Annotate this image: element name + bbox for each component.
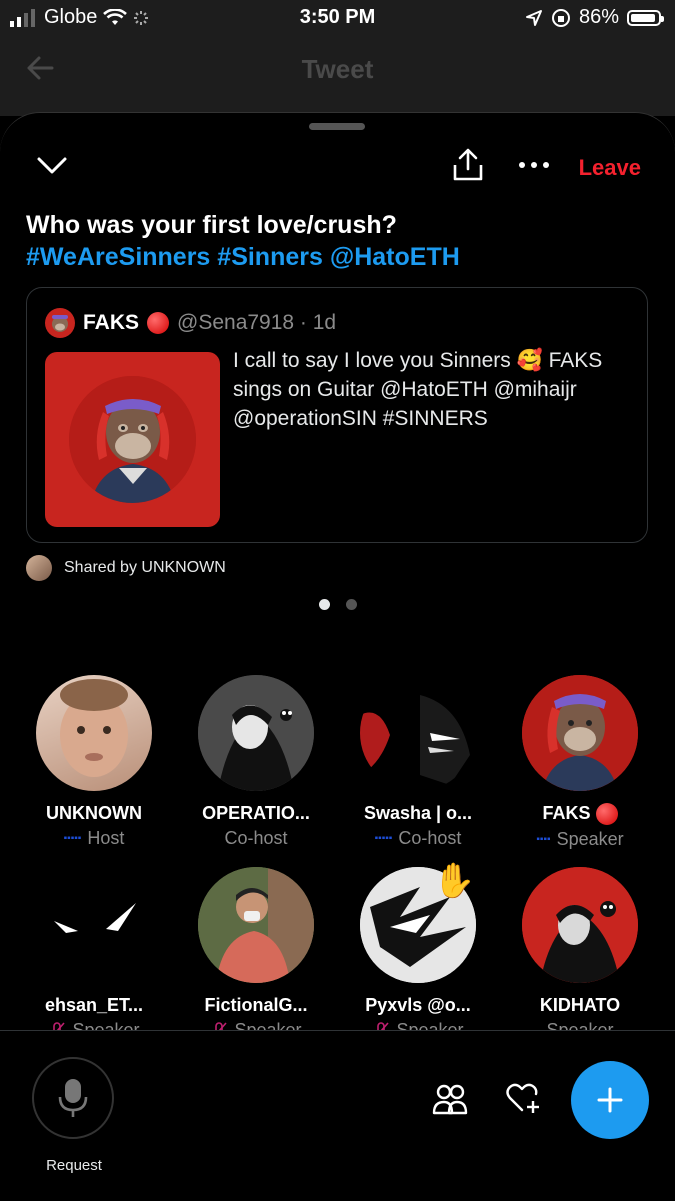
participant[interactable]: Swasha | o... ▪▪▪▪▪ Co-host xyxy=(337,675,499,849)
people-button[interactable] xyxy=(432,1083,468,1120)
participant[interactable]: ehsan_ET... Speaker xyxy=(13,867,175,1041)
participant-name: OPERATIO... xyxy=(202,803,310,823)
battery-icon xyxy=(627,9,664,26)
plus-icon xyxy=(597,1087,623,1113)
more-button[interactable] xyxy=(518,157,550,178)
tweet-header: FAKS @Sena7918 · 1d xyxy=(45,308,336,338)
rotation-lock-icon xyxy=(551,8,570,27)
tweet-text: I call to say I love you Sinners 🥰 FAKS … xyxy=(233,349,603,430)
space-title: Who was your first love/crush? #WeAreSin… xyxy=(26,209,646,273)
space-title-text: Who was your first love/crush? xyxy=(26,211,397,239)
participant-name-row: FAKS xyxy=(499,803,661,826)
speaking-indicator-icon: ▪▪▪▪ xyxy=(536,834,551,846)
participant[interactable]: FictionalG... Speaker xyxy=(175,867,337,1041)
shared-by-avatar xyxy=(26,555,52,581)
chevron-down-icon xyxy=(37,157,67,174)
red-circle-emoji xyxy=(595,803,618,826)
participant-name: ehsan_ET... xyxy=(44,995,144,1015)
compose-fab[interactable] xyxy=(571,1061,649,1139)
participant[interactable]: ✋ Pyxvls @o... Speaker xyxy=(337,862,499,1041)
tweet-avatar[interactable] xyxy=(45,308,75,338)
red-circle-emoji xyxy=(147,312,170,334)
reactions-button[interactable] xyxy=(506,1081,542,1120)
speaking-indicator-icon: ▪▪▪▪▪ xyxy=(63,833,82,844)
participant-name: Swasha | o... xyxy=(363,803,473,823)
participant-role: Co-host xyxy=(398,828,462,848)
participant-name: FAKS xyxy=(542,803,591,823)
participant-avatar[interactable] xyxy=(198,867,314,983)
tweet-author-name[interactable]: FAKS xyxy=(83,311,139,335)
participant-role-row: ▪▪▪▪ Speaker xyxy=(499,829,661,850)
raised-hand-emoji: ✋ xyxy=(433,862,476,900)
bottom-bar: Request xyxy=(0,1030,675,1201)
microphone-icon xyxy=(58,1079,88,1117)
page-dot-2[interactable] xyxy=(345,599,357,610)
nav-bar: Tweet xyxy=(0,36,675,116)
collapse-button[interactable] xyxy=(36,153,68,182)
participant-role: Speaker xyxy=(556,829,624,850)
leave-button[interactable]: Leave xyxy=(579,155,641,181)
participant-avatar[interactable] xyxy=(522,867,638,983)
more-icon xyxy=(519,162,549,168)
participant-avatar[interactable] xyxy=(36,867,152,983)
participant-role-row: ▪▪▪▪▪ Host xyxy=(13,828,175,849)
participant-avatar[interactable] xyxy=(198,675,314,791)
share-icon xyxy=(453,148,483,181)
status-bar: Globe 3:50 PM 86% xyxy=(0,0,675,36)
participant-name: FictionalG... xyxy=(204,995,308,1015)
participant[interactable]: KIDHATO Speaker xyxy=(499,867,661,1041)
tweet-media[interactable] xyxy=(45,352,220,527)
participant-avatar[interactable] xyxy=(522,675,638,791)
battery-percent: 86% xyxy=(578,6,619,28)
shared-by: Shared by UNKNOWN xyxy=(26,555,226,581)
participant[interactable]: FAKS ▪▪▪▪ Speaker xyxy=(499,675,661,850)
space-hashtags[interactable]: #WeAreSinners #Sinners @HatoETH xyxy=(26,241,646,273)
participant-name: KIDHATO xyxy=(539,995,621,1015)
participant[interactable]: UNKNOWN ▪▪▪▪▪ Host xyxy=(13,675,175,849)
participant-avatar[interactable] xyxy=(360,675,476,791)
participant-role-row: ▪▪▪▪▪ Co-host xyxy=(337,828,499,849)
people-icon xyxy=(432,1084,468,1115)
request-label[interactable]: Request xyxy=(26,1157,122,1174)
participant-avatar[interactable] xyxy=(36,675,152,791)
participant-name: UNKNOWN xyxy=(46,803,142,823)
participant-name: Pyxvls @o... xyxy=(365,995,471,1015)
shared-by-label: Shared by UNKNOWN xyxy=(64,559,226,576)
heart-plus-icon xyxy=(506,1083,539,1113)
page-dot-1[interactable] xyxy=(318,599,330,610)
tweet-author-handle: @Sena7918 · 1d xyxy=(177,311,337,334)
participant[interactable]: OPERATIO... Co-host xyxy=(175,675,337,849)
participant-role-row: Co-host xyxy=(175,828,337,849)
ape-image xyxy=(69,376,196,503)
location-icon xyxy=(525,9,542,26)
page-indicator[interactable] xyxy=(0,599,675,610)
sheet-grabber[interactable] xyxy=(309,123,365,130)
participant-role: Co-host xyxy=(224,828,288,848)
participant-role: Host xyxy=(87,828,125,848)
speaking-indicator-icon: ▪▪▪▪▪ xyxy=(374,833,393,844)
status-right: 86% xyxy=(525,6,664,29)
request-mic-button[interactable] xyxy=(32,1057,114,1139)
share-button[interactable] xyxy=(450,147,486,188)
pinned-tweet-card[interactable]: FAKS @Sena7918 · 1d I call to say I love… xyxy=(26,287,648,543)
page-title: Tweet xyxy=(301,54,374,84)
